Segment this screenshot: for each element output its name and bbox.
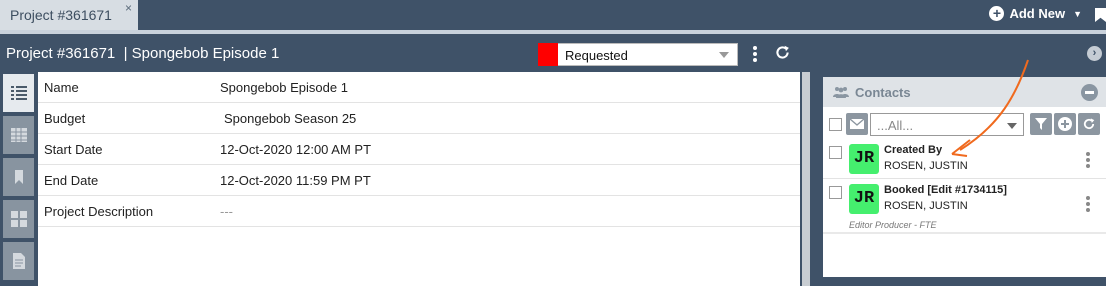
close-tab-icon[interactable]: × — [125, 1, 132, 15]
detail-value: 12-Oct-2020 12:00 AM PT — [220, 142, 372, 157]
contact-item[interactable]: JR Created By ROSEN, JUSTIN — [823, 140, 1106, 178]
plus-circle-icon — [1058, 117, 1072, 131]
more-options-icon[interactable] — [752, 46, 758, 64]
divider — [823, 232, 1106, 234]
caret-down-icon: ▼ — [1073, 8, 1082, 19]
nav-details[interactable] — [3, 74, 34, 112]
detail-row-start-date: Start Date 12-Oct-2020 12:00 AM PT — [38, 134, 800, 165]
avatar: JR — [849, 144, 879, 174]
table-icon — [11, 128, 27, 142]
contact-item[interactable]: JR Booked [Edit #1734115] ROSEN, JUSTIN — [823, 180, 1106, 218]
contact-name: ROSEN, JUSTIN — [884, 200, 968, 212]
contact-checkbox[interactable] — [829, 186, 842, 199]
contact-role: Booked [Edit #1734115] — [884, 184, 1007, 196]
chevron-down-icon — [1007, 123, 1017, 129]
filter-button[interactable] — [1030, 113, 1052, 135]
nav-bookmark[interactable] — [3, 158, 34, 196]
project-panel: Project #361671 | Spongebob Episode 1 Re… — [0, 34, 812, 286]
list-icon — [11, 86, 27, 100]
nav-document[interactable] — [3, 242, 34, 280]
people-icon — [833, 87, 849, 98]
refresh-icon — [1083, 118, 1095, 130]
side-navigation — [0, 72, 38, 286]
right-panel: › Contacts ...All... JR Created By ROSEN… — [816, 34, 1106, 286]
detail-row-name: Name Spongebob Episode 1 — [38, 72, 800, 103]
add-new-button[interactable]: + Add New ▼ — [989, 6, 1082, 21]
detail-label: Name — [44, 80, 79, 95]
document-icon — [13, 253, 25, 269]
detail-label: Project Description — [44, 204, 154, 219]
detail-value: --- — [220, 204, 233, 219]
contact-role: Created By — [884, 144, 943, 156]
scrollbar[interactable] — [802, 72, 810, 286]
detail-row-end-date: End Date 12-Oct-2020 11:59 PM PT — [38, 165, 800, 196]
bookmark-icon — [15, 170, 23, 184]
detail-row-description: Project Description --- — [38, 196, 800, 227]
bookmark-icon[interactable] — [1095, 8, 1106, 22]
contact-subtitle: Editor Producer - FTE — [849, 220, 937, 230]
chevron-down-icon — [719, 52, 729, 58]
project-tab-label: Project #361671 — [10, 7, 112, 23]
refresh-contacts-button[interactable] — [1078, 113, 1100, 135]
contacts-header: Contacts — [823, 77, 1106, 107]
plus-circle-icon: + — [989, 6, 1005, 21]
nav-table[interactable] — [3, 116, 34, 154]
project-details: Name Spongebob Episode 1 Budget Spongebo… — [38, 72, 800, 286]
contacts-toolbar: ...All... — [823, 112, 1106, 138]
contact-name: ROSEN, JUSTIN — [884, 160, 968, 172]
project-id: Project #361671 — [6, 45, 116, 62]
divider — [823, 178, 1106, 179]
refresh-icon[interactable] — [774, 44, 791, 61]
detail-value: 12-Oct-2020 11:59 PM PT — [220, 173, 371, 188]
funnel-icon — [1035, 118, 1047, 130]
title-separator: | — [123, 45, 128, 62]
contact-more-icon[interactable] — [1086, 152, 1090, 170]
chevron-right-icon[interactable]: › — [1087, 46, 1102, 61]
contacts-widget: Contacts ...All... JR Created By ROSEN, … — [823, 77, 1106, 277]
add-contact-button[interactable] — [1054, 113, 1076, 135]
detail-label: Start Date — [44, 142, 103, 157]
filter-value: ...All... — [877, 118, 914, 133]
project-name: Spongebob Episode 1 — [131, 45, 280, 62]
status-color-swatch — [538, 43, 558, 66]
contacts-title: Contacts — [855, 85, 911, 100]
contact-checkbox[interactable] — [829, 146, 842, 159]
collapse-icon[interactable] — [1081, 84, 1098, 101]
top-bar: Project #361671 × + Add New ▼ — [0, 0, 1106, 30]
page-title: Project #361671 | Spongebob Episode 1 — [6, 45, 279, 62]
status-value: Requested — [565, 48, 628, 63]
nav-grid[interactable] — [3, 200, 34, 238]
project-tab[interactable]: Project #361671 × — [0, 0, 138, 30]
detail-label: Budget — [44, 111, 86, 126]
email-button[interactable] — [846, 113, 868, 135]
status-select[interactable]: Requested — [538, 43, 738, 66]
contact-more-icon[interactable] — [1086, 196, 1090, 214]
detail-row-budget: Budget Spongebob Season 25 — [38, 103, 800, 134]
detail-label: End Date — [44, 173, 99, 188]
envelope-icon — [850, 119, 864, 129]
grid-icon — [11, 211, 27, 227]
contact-filter-select[interactable]: ...All... — [870, 113, 1024, 136]
avatar: JR — [849, 184, 879, 214]
detail-value: Spongebob Episode 1 — [220, 80, 348, 95]
project-header: Project #361671 | Spongebob Episode 1 Re… — [0, 34, 812, 72]
detail-value: Spongebob Season 25 — [224, 111, 357, 126]
add-new-label: Add New — [1009, 6, 1066, 21]
select-all-checkbox[interactable] — [829, 118, 842, 131]
